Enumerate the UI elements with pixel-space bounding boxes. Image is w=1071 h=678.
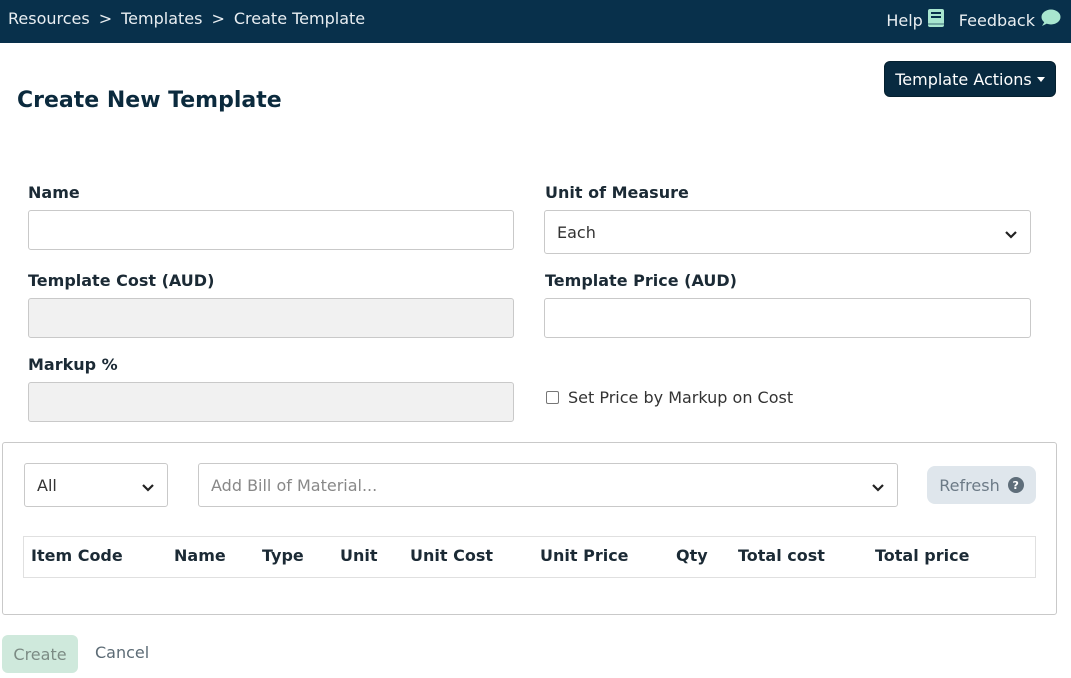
breadcrumb-separator: >	[211, 9, 225, 28]
column-header-unit: Unit	[340, 546, 378, 565]
template-actions-label: Template Actions	[895, 69, 1032, 89]
page-title: Create New Template	[17, 88, 282, 113]
top-nav-bar: Resources > Templates > Create Template …	[0, 0, 1071, 43]
add-bom-select[interactable]: Add Bill of Material...	[198, 463, 898, 507]
bill-of-materials-panel: All Add Bill of Material... Refresh ? It…	[2, 442, 1057, 615]
template-cost-input	[28, 298, 514, 338]
column-header-qty: Qty	[676, 546, 708, 565]
column-header-unit-cost: Unit Cost	[410, 546, 493, 565]
cancel-button[interactable]: Cancel	[95, 643, 149, 662]
set-price-by-markup-row: Set Price by Markup on Cost	[546, 388, 793, 407]
add-bom-placeholder: Add Bill of Material...	[211, 475, 378, 495]
unit-of-measure-value: Each	[557, 222, 596, 242]
chevron-down-icon	[871, 479, 885, 498]
column-header-total-price: Total price	[875, 546, 970, 565]
template-price-input[interactable]	[544, 298, 1031, 338]
markup-input	[28, 382, 514, 422]
column-header-total-cost: Total cost	[738, 546, 825, 565]
column-header-unit-price: Unit Price	[540, 546, 629, 565]
breadcrumb-resources[interactable]: Resources	[8, 9, 90, 28]
feedback-label: Feedback	[958, 10, 1035, 30]
help-circle-icon: ?	[1007, 477, 1024, 493]
create-label: Create	[13, 644, 67, 664]
create-button[interactable]: Create	[2, 635, 78, 673]
set-price-by-markup-checkbox[interactable]	[546, 391, 559, 404]
bom-filter-value: All	[37, 475, 57, 495]
unit-of-measure-label: Unit of Measure	[545, 183, 689, 202]
help-link[interactable]: Help	[886, 8, 944, 32]
breadcrumb: Resources > Templates > Create Template	[8, 9, 365, 28]
bom-filter-select[interactable]: All	[24, 463, 168, 507]
speech-bubble-icon	[1039, 9, 1061, 31]
refresh-button[interactable]: Refresh ?	[927, 466, 1036, 504]
breadcrumb-templates[interactable]: Templates	[121, 9, 202, 28]
template-actions-button[interactable]: Template Actions	[884, 61, 1056, 97]
breadcrumb-separator: >	[98, 9, 113, 28]
markup-label: Markup %	[28, 355, 118, 374]
column-header-item-code: Item Code	[31, 546, 123, 565]
name-input[interactable]	[28, 210, 514, 250]
name-label: Name	[28, 183, 80, 202]
unit-of-measure-select[interactable]: Each	[544, 210, 1031, 254]
template-price-label: Template Price (AUD)	[545, 271, 737, 290]
template-cost-label: Template Cost (AUD)	[28, 271, 215, 290]
column-header-name: Name	[174, 546, 226, 565]
chevron-down-icon	[141, 479, 155, 498]
breadcrumb-current: Create Template	[233, 9, 366, 28]
set-price-by-markup-label[interactable]: Set Price by Markup on Cost	[568, 388, 793, 407]
caret-down-icon	[1036, 76, 1045, 82]
column-header-type: Type	[262, 546, 304, 565]
bom-table-header: Item Code Name Type Unit Unit Cost Unit …	[23, 536, 1036, 578]
feedback-link[interactable]: Feedback	[959, 9, 1061, 31]
refresh-label: Refresh	[939, 475, 1000, 495]
chevron-down-icon	[1004, 226, 1018, 245]
help-label: Help	[886, 10, 923, 30]
book-icon	[927, 8, 945, 32]
